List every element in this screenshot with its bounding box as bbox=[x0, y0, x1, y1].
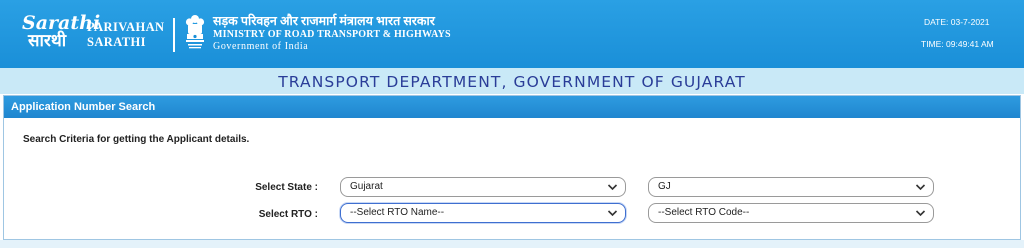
ministry-block: सड़क परिवहन और राजमार्ग मंत्रालय भारत सर… bbox=[213, 14, 451, 53]
state-select-value: Gujarat bbox=[350, 181, 383, 192]
chevron-down-icon bbox=[915, 184, 926, 191]
chevron-down-icon bbox=[607, 184, 618, 191]
ministry-name-english: MINISTRY OF ROAD TRANSPORT & HIGHWAYS bbox=[213, 29, 451, 40]
rto-code-select-value: --Select RTO Code-- bbox=[658, 207, 750, 218]
logo-text-hindi: सारथी bbox=[28, 31, 67, 51]
select-state-label: Select State : bbox=[255, 182, 318, 193]
current-date: DATE: 03-7-2021 bbox=[924, 17, 990, 27]
chevron-down-icon bbox=[915, 210, 926, 217]
bottom-strip bbox=[0, 240, 1024, 248]
brand-name: PARIVAHAN SARATHI bbox=[87, 20, 164, 50]
select-rto-label: Select RTO : bbox=[258, 209, 318, 220]
ministry-name-hindi: सड़क परिवहन और राजमार्ग मंत्रालय भारत सर… bbox=[213, 14, 435, 28]
rto-name-select[interactable]: --Select RTO Name-- bbox=[340, 203, 626, 223]
national-emblem-icon bbox=[185, 15, 205, 49]
application-search-panel: Application Number Search Search Criteri… bbox=[3, 95, 1021, 240]
state-code-select-value: GJ bbox=[658, 181, 671, 192]
header-divider bbox=[173, 18, 175, 52]
brand-line-sarathi: SARATHI bbox=[87, 35, 146, 49]
brand-line-parivahan: PARIVAHAN bbox=[87, 20, 165, 34]
current-time: TIME: 09:49:41 AM bbox=[921, 39, 994, 49]
panel-heading: Application Number Search bbox=[4, 96, 1020, 118]
government-of-india: Government of India bbox=[213, 41, 309, 52]
rto-code-select[interactable]: --Select RTO Code-- bbox=[648, 203, 934, 223]
chevron-down-icon bbox=[607, 210, 618, 217]
department-band: TRANSPORT DEPARTMENT, GOVERNMENT OF GUJA… bbox=[0, 68, 1024, 94]
state-select[interactable]: Gujarat bbox=[340, 177, 626, 197]
site-header: Sarathi सारथी PARIVAHAN SARATHI सड़क परि… bbox=[0, 0, 1024, 68]
sarathi-logo[interactable]: Sarathi सारथी bbox=[22, 14, 100, 51]
search-criteria-text: Search Criteria for getting the Applican… bbox=[23, 134, 250, 145]
department-title: TRANSPORT DEPARTMENT, GOVERNMENT OF GUJA… bbox=[278, 73, 746, 91]
state-code-select[interactable]: GJ bbox=[648, 177, 934, 197]
rto-name-select-value: --Select RTO Name-- bbox=[350, 207, 445, 218]
